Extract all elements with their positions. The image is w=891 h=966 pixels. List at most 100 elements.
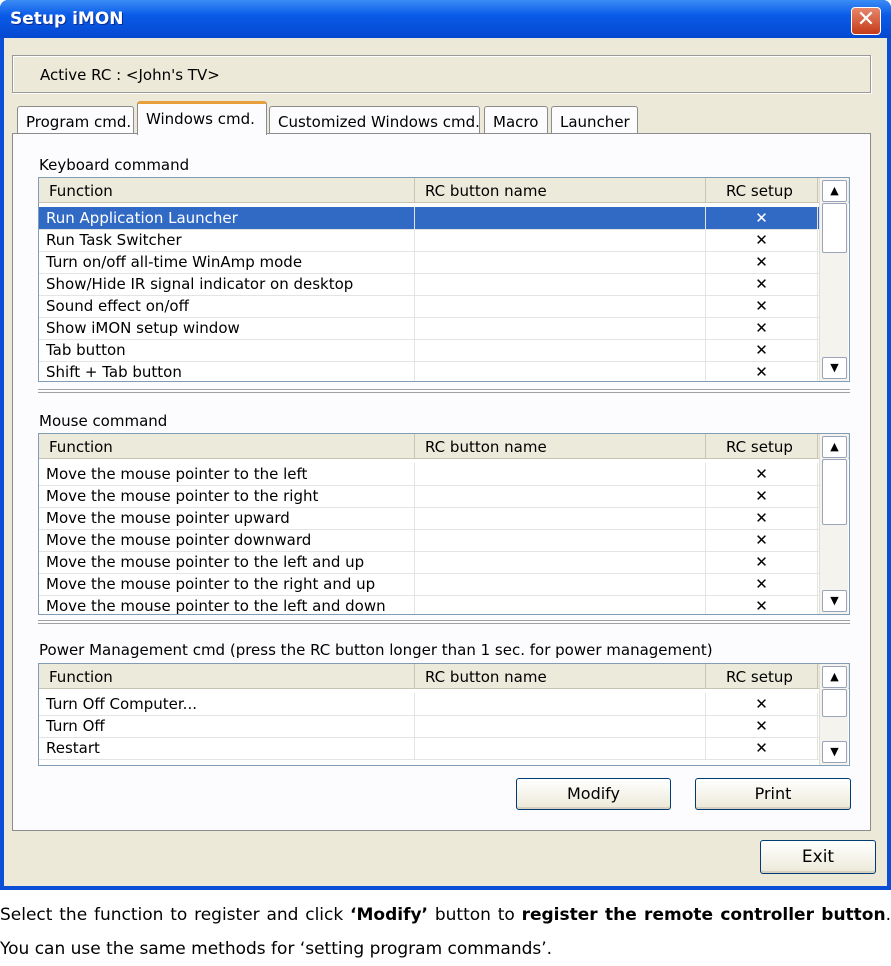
list-item[interactable]: Restart ✕: [39, 737, 819, 760]
scrollbar[interactable]: ▲ ▼: [819, 434, 848, 614]
function-cell: Move the mouse pointer to the left and d…: [39, 595, 415, 614]
rc-setup-cell: ✕: [706, 551, 818, 573]
tab-launcher[interactable]: Launcher: [551, 106, 638, 133]
rc-button-name-cell: [415, 529, 706, 551]
list-item[interactable]: Move the mouse pointer to the left and u…: [39, 551, 819, 574]
list-header: Function RC button name RC setup: [39, 178, 849, 203]
list-item[interactable]: Shift + Tab button ✕: [39, 361, 819, 381]
scroll-up-button[interactable]: ▲: [822, 180, 847, 202]
rc-setup-cell: ✕: [706, 737, 818, 759]
list-item[interactable]: Tab button ✕: [39, 339, 819, 362]
mouse-command-list[interactable]: Function RC button name RC setup Move th…: [38, 433, 850, 615]
close-button[interactable]: ✕: [851, 7, 881, 35]
keyboard-command-label: Keyboard command: [39, 156, 190, 174]
list-item[interactable]: Move the mouse pointer downward ✕: [39, 529, 819, 552]
scroll-down-button[interactable]: ▼: [822, 741, 847, 763]
function-cell: Move the mouse pointer upward: [39, 507, 415, 529]
list-item[interactable]: Run Application Launcher ✕: [39, 207, 819, 230]
rc-button-name-cell: [415, 273, 706, 295]
list-item[interactable]: Show iMON setup window ✕: [39, 317, 819, 340]
rc-setup-cell: ✕: [706, 229, 818, 251]
active-rc-label: Active RC : <John's TV>: [40, 66, 220, 84]
function-cell: Turn Off Computer...: [39, 693, 415, 715]
list-item[interactable]: Move the mouse pointer to the right ✕: [39, 485, 819, 508]
scrollbar[interactable]: ▲ ▼: [819, 664, 848, 765]
keyboard-command-list[interactable]: Function RC button name RC setup Run App…: [38, 177, 850, 382]
function-cell: Show/Hide IR signal indicator on desktop: [39, 273, 415, 295]
rc-button-name-cell: [415, 207, 706, 229]
rc-setup-cell: ✕: [706, 273, 818, 295]
rc-button-name-cell: [415, 485, 706, 507]
title-bar[interactable]: [0, 0, 891, 38]
rc-button-name-cell: [415, 507, 706, 529]
rc-button-name-cell: [415, 229, 706, 251]
tab-program-cmd[interactable]: Program cmd.: [17, 106, 134, 133]
scroll-thumb[interactable]: [822, 459, 847, 525]
divider: [38, 620, 850, 624]
list-header: Function RC button name RC setup: [39, 434, 849, 459]
caption-text: button to: [428, 905, 522, 925]
list-item[interactable]: Show/Hide IR signal indicator on desktop…: [39, 273, 819, 296]
scroll-down-button[interactable]: ▼: [822, 357, 847, 379]
rc-setup-cell: ✕: [706, 317, 818, 339]
list-item[interactable]: Move the mouse pointer to the right and …: [39, 573, 819, 596]
tab-windows-cmd[interactable]: Windows cmd.: [137, 101, 267, 135]
power-management-list[interactable]: Function RC button name RC setup Turn Of…: [38, 663, 850, 766]
column-rc-setup[interactable]: RC setup: [706, 178, 818, 202]
column-function[interactable]: Function: [39, 178, 415, 202]
list-item[interactable]: Sound effect on/off ✕: [39, 295, 819, 318]
rc-setup-cell: ✕: [706, 361, 818, 381]
caption-paragraph: Select the function to register and clic…: [0, 898, 891, 966]
rc-button-name-cell: [415, 361, 706, 381]
column-rc-button-name[interactable]: RC button name: [415, 664, 706, 688]
scroll-thumb[interactable]: [822, 689, 847, 717]
scroll-down-button[interactable]: ▼: [822, 590, 847, 612]
scroll-thumb[interactable]: [822, 203, 847, 253]
tab-macro[interactable]: Macro: [484, 106, 548, 133]
list-item-partial[interactable]: [39, 759, 819, 765]
rc-setup-cell: ✕: [706, 485, 818, 507]
window-title: Setup iMON: [10, 9, 124, 29]
rc-button-name-cell: [415, 251, 706, 273]
scroll-up-button[interactable]: ▲: [822, 436, 847, 458]
list-item[interactable]: Run Task Switcher ✕: [39, 229, 819, 252]
tab-label: Launcher: [560, 113, 630, 131]
list-item[interactable]: Move the mouse pointer upward ✕: [39, 507, 819, 530]
function-cell: Move the mouse pointer to the right and …: [39, 573, 415, 595]
list-item[interactable]: Move the mouse pointer to the left ✕: [39, 463, 819, 486]
scroll-up-button[interactable]: ▲: [822, 666, 847, 688]
list-item[interactable]: Move the mouse pointer to the left and d…: [39, 595, 819, 614]
list-item[interactable]: Turn Off ✕: [39, 715, 819, 738]
function-cell: Shift + Tab button: [39, 361, 415, 381]
list-header: Function RC button name RC setup: [39, 664, 849, 689]
function-cell: Move the mouse pointer to the left: [39, 463, 415, 485]
rc-setup-cell: ✕: [706, 693, 818, 715]
print-button[interactable]: Print: [695, 778, 851, 810]
modify-button[interactable]: Modify: [516, 778, 671, 810]
function-cell: Restart: [39, 737, 415, 759]
function-cell: Show iMON setup window: [39, 317, 415, 339]
list-item[interactable]: Turn Off Computer... ✕: [39, 693, 819, 716]
list-item[interactable]: Turn on/off all-time WinAmp mode ✕: [39, 251, 819, 274]
rc-setup-cell: ✕: [706, 507, 818, 529]
rc-setup-cell: ✕: [706, 595, 818, 614]
scrollbar[interactable]: ▲ ▼: [819, 178, 848, 381]
tab-customized-windows-cmd[interactable]: Customized Windows cmd.: [269, 106, 480, 133]
rc-button-name-cell: [415, 595, 706, 614]
rc-setup-cell: ✕: [706, 207, 818, 229]
column-rc-button-name[interactable]: RC button name: [415, 178, 706, 202]
rc-button-name-cell: [415, 295, 706, 317]
function-cell: Run Task Switcher: [39, 229, 415, 251]
exit-button[interactable]: Exit: [760, 840, 876, 874]
rc-button-name-cell: [415, 573, 706, 595]
column-function[interactable]: Function: [39, 664, 415, 688]
column-rc-setup[interactable]: RC setup: [706, 664, 818, 688]
mouse-command-label: Mouse command: [39, 412, 168, 430]
rc-setup-cell: ✕: [706, 529, 818, 551]
column-function[interactable]: Function: [39, 434, 415, 458]
column-rc-setup[interactable]: RC setup: [706, 434, 818, 458]
function-cell: Turn Off: [39, 715, 415, 737]
function-cell: Run Application Launcher: [39, 207, 415, 229]
tab-label: Customized Windows cmd.: [278, 113, 480, 131]
column-rc-button-name[interactable]: RC button name: [415, 434, 706, 458]
